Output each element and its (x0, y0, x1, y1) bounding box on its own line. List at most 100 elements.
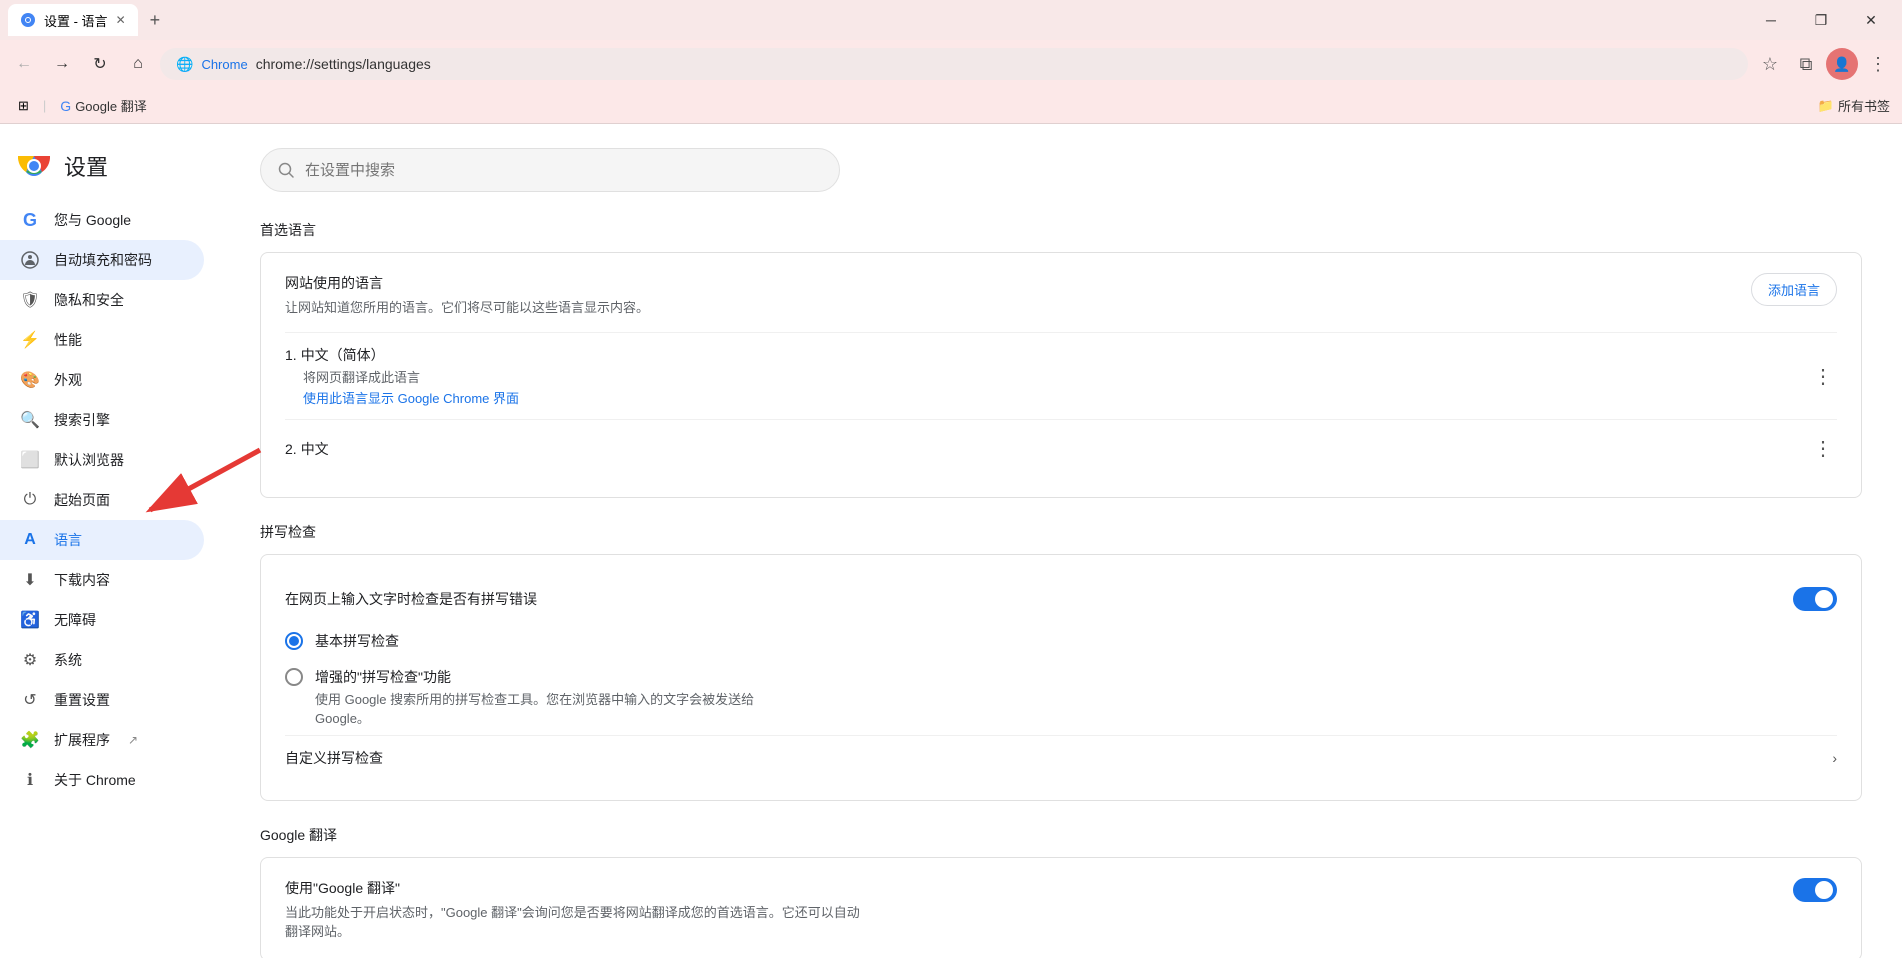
lang-more-btn-1[interactable]: ⋮ (1809, 360, 1837, 393)
lang-link-1[interactable]: 使用此语言显示 Google Chrome 界面 (285, 388, 519, 407)
titlebar-left: 设置 - 语言 ✕ + (8, 4, 168, 36)
downloads-icon: ⬇ (20, 570, 40, 590)
appearance-icon: 🎨 (20, 370, 40, 390)
restore-button[interactable]: ❐ (1798, 4, 1844, 36)
all-bookmarks-label: 所有书签 (1838, 96, 1890, 115)
content-area: 首选语言 网站使用的语言 让网站知道您所用的语言。它们将尽可能以这些语言显示内容… (220, 124, 1902, 958)
enhanced-spellcheck-label: 增强的"拼写检查"功能 (315, 667, 754, 687)
startup-icon: ⏻ (20, 490, 40, 510)
profile-button[interactable]: 👤 (1826, 48, 1858, 80)
basic-spellcheck-radio-circle (285, 632, 303, 650)
sidebar-item-system[interactable]: ⚙ 系统 (0, 640, 204, 680)
sidebar-item-label: 语言 (54, 530, 82, 550)
preferred-language-title: 首选语言 (260, 220, 1862, 240)
tab-title: 设置 - 语言 (44, 11, 108, 30)
active-tab[interactable]: 设置 - 语言 ✕ (8, 4, 138, 36)
add-language-button[interactable]: 添加语言 (1751, 273, 1837, 306)
sidebar-item-about[interactable]: ℹ 关于 Chrome (0, 760, 204, 800)
you-google-icon: G (20, 210, 40, 230)
chrome-label: Chrome (201, 57, 247, 72)
sidebar: 设置 G 您与 Google 自动填充和密码 🛡 隐私和安全 ⚡ 性能 🎨 外观… (0, 124, 220, 958)
apps-icon: ⊞ (18, 98, 29, 114)
custom-spellcheck-label: 自定义拼写检查 (285, 748, 383, 768)
system-icon: ⚙ (20, 650, 40, 670)
settings-search-box[interactable] (260, 148, 840, 192)
sidebar-item-label: 下载内容 (54, 570, 110, 590)
privacy-icon: 🛡 (20, 290, 40, 310)
sidebar-item-search-engine[interactable]: 🔍 搜索引擎 (0, 400, 204, 440)
google-translate-label: Google 翻译 (75, 96, 147, 115)
spellcheck-toggle[interactable] (1793, 587, 1837, 611)
sidebar-item-performance[interactable]: ⚡ 性能 (0, 320, 204, 360)
google-translate-toggle[interactable] (1793, 878, 1837, 902)
google-translate-bookmark[interactable]: G Google 翻译 (54, 92, 152, 119)
bookmark-button[interactable]: ☆ (1754, 48, 1786, 80)
titlebar: 设置 - 语言 ✕ + ─ ❐ ✕ (0, 0, 1902, 40)
sidebar-item-label: 重置设置 (54, 690, 110, 710)
sidebar-item-accessibility[interactable]: ♿ 无障碍 (0, 600, 204, 640)
basic-spellcheck-label-wrap: 基本拼写检查 (315, 631, 399, 651)
card-header-info: 网站使用的语言 让网站知道您所用的语言。它们将尽可能以这些语言显示内容。 (285, 273, 1751, 316)
sidebar-item-label: 性能 (54, 330, 82, 350)
performance-icon: ⚡ (20, 330, 40, 350)
enhanced-spellcheck-radio[interactable]: 增强的"拼写检查"功能 使用 Google 搜索所用的拼写检查工具。您在浏览器中… (285, 659, 1837, 735)
minimize-button[interactable]: ─ (1748, 4, 1794, 36)
extensions-button[interactable]: ⧉ (1790, 48, 1822, 80)
website-languages-desc: 让网站知道您所用的语言。它们将尽可能以这些语言显示内容。 (285, 297, 1751, 316)
basic-spellcheck-radio[interactable]: 基本拼写检查 (285, 623, 1837, 659)
sidebar-item-downloads[interactable]: ⬇ 下载内容 (0, 560, 204, 600)
bookmarks-bar: ⊞ | G Google 翻译 📁 所有书签 (0, 88, 1902, 124)
sidebar-item-reset[interactable]: ↺ 重置设置 (0, 680, 204, 720)
new-tab-button[interactable]: + (142, 6, 169, 35)
spellcheck-title: 拼写检查 (260, 522, 1862, 542)
sidebar-item-startup[interactable]: ⏻ 起始页面 (0, 480, 204, 520)
custom-spellcheck-row[interactable]: 自定义拼写检查 › (285, 735, 1837, 780)
basic-spellcheck-label: 基本拼写检查 (315, 631, 399, 651)
all-bookmarks[interactable]: 📁 所有书签 (1818, 96, 1890, 115)
sidebar-item-label: 扩展程序 (54, 730, 110, 750)
toolbar: ← → ↻ ⌂ 🌐 Chrome chrome://settings/langu… (0, 40, 1902, 88)
sidebar-item-privacy[interactable]: 🛡 隐私和安全 (0, 280, 204, 320)
back-button[interactable]: ← (8, 48, 40, 80)
apps-button[interactable]: ⊞ (12, 94, 35, 118)
chevron-right-icon: › (1832, 750, 1837, 766)
home-button[interactable]: ⌂ (122, 48, 154, 80)
lang-item-left-2: 2. 中文 (285, 439, 329, 459)
google-translate-icon: G (60, 98, 71, 114)
sidebar-item-label: 隐私和安全 (54, 290, 124, 310)
sidebar-item-appearance[interactable]: 🎨 外观 (0, 360, 204, 400)
sidebar-item-autofill[interactable]: 自动填充和密码 (0, 240, 204, 280)
google-translate-info: 使用"Google 翻译" 当此功能处于开启状态时，"Google 翻译"会询问… (285, 878, 865, 940)
sidebar-item-extensions[interactable]: 🧩 扩展程序 ↗ (0, 720, 204, 760)
card-header: 网站使用的语言 让网站知道您所用的语言。它们将尽可能以这些语言显示内容。 添加语… (285, 273, 1837, 316)
sidebar-item-languages[interactable]: A 语言 (0, 520, 204, 560)
lang-name-1: 中文（简体） (301, 345, 385, 365)
sidebar-item-you-google[interactable]: G 您与 Google (0, 200, 204, 240)
spellcheck-toggle-row: 在网页上输入文字时检查是否有拼写错误 (285, 575, 1837, 623)
website-languages-label: 网站使用的语言 (285, 273, 1751, 293)
reload-button[interactable]: ↻ (84, 48, 116, 80)
forward-button[interactable]: → (46, 48, 78, 80)
address-bar[interactable]: 🌐 Chrome chrome://settings/languages (160, 48, 1748, 80)
enhanced-spellcheck-desc: 使用 Google 搜索所用的拼写检查工具。您在浏览器中输入的文字会被发送给Go… (315, 689, 754, 727)
sidebar-item-label: 您与 Google (54, 210, 131, 230)
lang-more-btn-2[interactable]: ⋮ (1809, 432, 1837, 465)
google-translate-title: Google 翻译 (260, 825, 1862, 845)
sidebar-item-default-browser[interactable]: ⬜ 默认浏览器 (0, 440, 204, 480)
preferred-language-card: 网站使用的语言 让网站知道您所用的语言。它们将尽可能以这些语言显示内容。 添加语… (260, 252, 1862, 498)
search-input[interactable] (305, 162, 823, 179)
google-translate-desc: 当此功能处于开启状态时，"Google 翻译"会询问您是否要将网站翻译成您的首选… (285, 902, 865, 940)
chrome-logo (16, 148, 52, 184)
google-translate-card: 使用"Google 翻译" 当此功能处于开启状态时，"Google 翻译"会询问… (260, 857, 1862, 958)
sidebar-title: 设置 (64, 150, 108, 182)
accessibility-icon: ♿ (20, 610, 40, 630)
close-button[interactable]: ✕ (1848, 4, 1894, 36)
chrome-icon-small: 🌐 (176, 56, 193, 73)
sidebar-item-label: 起始页面 (54, 490, 110, 510)
menu-button[interactable]: ⋮ (1862, 48, 1894, 80)
tab-close-btn[interactable]: ✕ (116, 13, 126, 27)
spellcheck-card: 在网页上输入文字时检查是否有拼写错误 基本拼写检查 增强的"拼写检查"功能 使用 (260, 554, 1862, 801)
lang-sub1-1: 将网页翻译成此语言 (285, 367, 519, 386)
sidebar-item-label: 关于 Chrome (54, 770, 136, 790)
sidebar-item-label: 外观 (54, 370, 82, 390)
